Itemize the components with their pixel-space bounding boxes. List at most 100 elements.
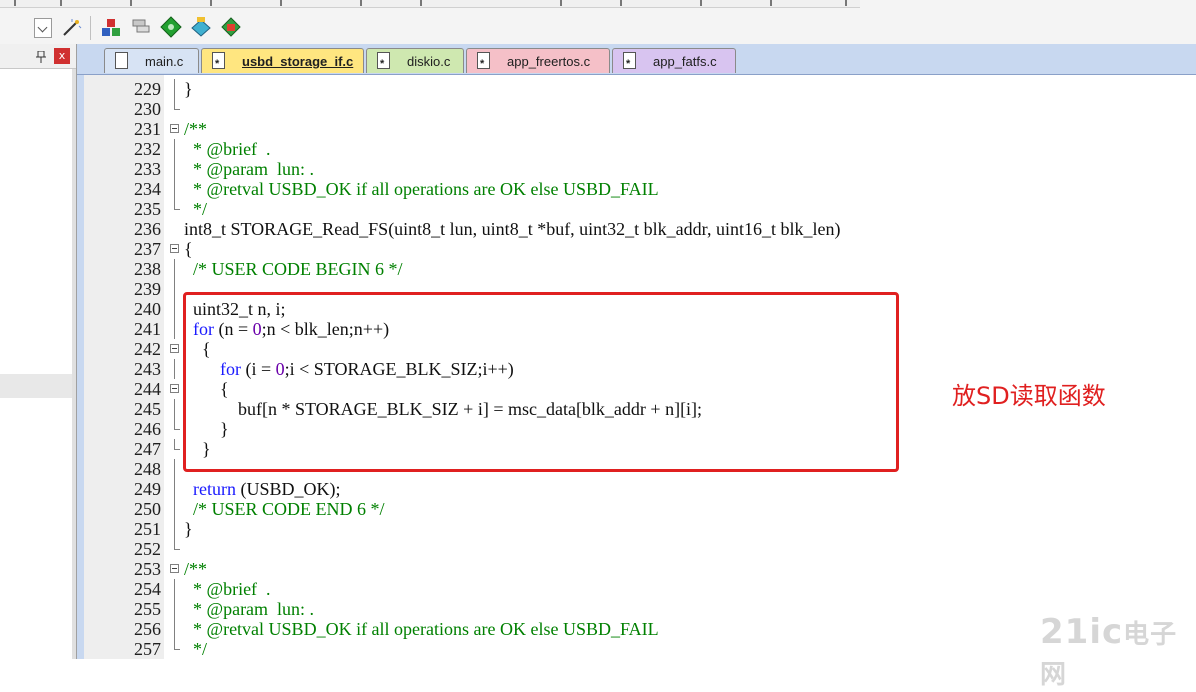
- line-number: 246: [134, 419, 161, 439]
- code-text: {: [184, 239, 193, 259]
- line-number: 249: [134, 479, 161, 499]
- line-number: 254: [134, 579, 161, 599]
- fold-guide: [170, 179, 180, 199]
- tab-3[interactable]: app_freertos.c: [466, 48, 610, 77]
- code-text: * @retval USBD_OK if all operations are …: [184, 619, 659, 639]
- fold-guide: [170, 499, 180, 519]
- code-line[interactable]: 235 */: [84, 199, 1196, 219]
- pack-installer-icon[interactable]: [100, 16, 122, 38]
- panel-scrollbar[interactable]: [72, 69, 76, 659]
- code-text: /* USER CODE END 6 */: [184, 499, 385, 519]
- fold-toggle-icon[interactable]: [170, 119, 180, 139]
- stack-icon[interactable]: [130, 16, 152, 38]
- menu-strip: [0, 0, 860, 8]
- fold-guide: [170, 439, 180, 459]
- editor-frame: [77, 75, 84, 659]
- tab-label: app_fatfs.c: [653, 54, 717, 69]
- fold-guide: [170, 139, 180, 159]
- code-line[interactable]: 253 /**: [84, 559, 1196, 579]
- tab-2[interactable]: diskio.c: [366, 48, 464, 77]
- code-line[interactable]: 234 * @retval USBD_OK if all operations …: [84, 179, 1196, 199]
- code-line[interactable]: 233 * @param lun: .: [84, 159, 1196, 179]
- code-line[interactable]: 250 /* USER CODE END 6 */: [84, 499, 1196, 519]
- code-text: * @retval USBD_OK if all operations are …: [184, 179, 659, 199]
- code-text: }: [184, 79, 193, 99]
- code-line[interactable]: 231 /**: [84, 119, 1196, 139]
- line-number: 241: [134, 319, 161, 339]
- code-line[interactable]: 229}: [84, 79, 1196, 99]
- line-number: 239: [134, 279, 161, 299]
- code-text: /* USER CODE BEGIN 6 */: [184, 259, 403, 279]
- code-text: /**: [184, 559, 208, 579]
- fold-guide: [170, 579, 180, 599]
- code-line[interactable]: 232 * @brief .: [84, 139, 1196, 159]
- green-diamond-icon[interactable]: [160, 16, 182, 38]
- line-number: 233: [134, 159, 161, 179]
- close-icon[interactable]: x: [54, 48, 70, 64]
- fold-guide: [170, 539, 180, 559]
- code-text: * @param lun: .: [184, 599, 315, 619]
- code-line[interactable]: 237 {: [84, 239, 1196, 259]
- code-line[interactable]: 238 /* USER CODE BEGIN 6 */: [84, 259, 1196, 279]
- line-number: 238: [134, 259, 161, 279]
- code-line[interactable]: 256 * @retval USBD_OK if all operations …: [84, 619, 1196, 639]
- code-line[interactable]: 252: [84, 539, 1196, 559]
- line-number: 234: [134, 179, 161, 199]
- line-number: 256: [134, 619, 161, 639]
- code-text: * @brief .: [184, 579, 271, 599]
- download-diamond-icon[interactable]: [190, 16, 212, 38]
- fold-guide: [170, 259, 180, 279]
- watermark: 21ic电子网: [1040, 612, 1196, 692]
- fold-guide: [170, 159, 180, 179]
- line-number: 229: [134, 79, 161, 99]
- tab-label: main.c: [145, 54, 184, 69]
- code-line[interactable]: 254 * @brief .: [84, 579, 1196, 599]
- tab-1[interactable]: usbd_storage_if.c: [201, 48, 364, 77]
- line-number: 236: [134, 219, 161, 239]
- tab-label: usbd_storage_if.c: [242, 54, 354, 69]
- fold-toggle-icon[interactable]: [170, 339, 180, 359]
- code-line[interactable]: 251}: [84, 519, 1196, 539]
- line-number: 243: [134, 359, 161, 379]
- fold-guide: [170, 319, 180, 339]
- pin-icon[interactable]: [36, 50, 46, 63]
- code-line[interactable]: 255 * @param lun: .: [84, 599, 1196, 619]
- selected-tree-item[interactable]: [0, 374, 72, 398]
- line-number: 232: [134, 139, 161, 159]
- line-number: 245: [134, 399, 161, 419]
- code-text: int8_t STORAGE_Read_FS(uint8_t lun, uint…: [184, 219, 841, 239]
- fold-guide: [170, 199, 180, 219]
- code-text: */: [184, 199, 208, 219]
- file-icon: [115, 52, 128, 69]
- line-number: 242: [134, 339, 161, 359]
- code-line[interactable]: 249 return (USBD_OK);: [84, 479, 1196, 499]
- fold-toggle-icon[interactable]: [170, 379, 180, 399]
- manage-components-icon[interactable]: [220, 16, 242, 38]
- fold-toggle-icon[interactable]: [170, 559, 180, 579]
- line-number: 230: [134, 99, 161, 119]
- fold-guide: [170, 279, 180, 299]
- fold-guide: [170, 419, 180, 439]
- magic-wand-icon[interactable]: [60, 16, 82, 38]
- dropdown-button[interactable]: [34, 18, 52, 38]
- c-file-icon: [212, 52, 225, 77]
- code-line[interactable]: 236 int8_t STORAGE_Read_FS(uint8_t lun, u…: [84, 219, 1196, 239]
- line-number: 231: [134, 119, 161, 139]
- fold-guide: [170, 639, 180, 659]
- code-text: * @param lun: .: [184, 159, 315, 179]
- fold-toggle-icon[interactable]: [170, 239, 180, 259]
- annotation-text: 放SD读取函数: [952, 382, 1106, 410]
- line-number: 235: [134, 199, 161, 219]
- code-line[interactable]: 230: [84, 99, 1196, 119]
- code-line[interactable]: 257 */: [84, 639, 1196, 659]
- tab-0[interactable]: main.c: [104, 48, 199, 73]
- line-number: 240: [134, 299, 161, 319]
- tab-label: app_freertos.c: [507, 54, 591, 69]
- tab-4[interactable]: app_fatfs.c: [612, 48, 736, 77]
- tab-label: diskio.c: [407, 54, 451, 69]
- fold-guide: [170, 79, 180, 99]
- line-number: 250: [134, 499, 161, 519]
- c-file-icon: [377, 52, 390, 77]
- line-number: 237: [134, 239, 161, 259]
- fold-guide: [170, 459, 180, 479]
